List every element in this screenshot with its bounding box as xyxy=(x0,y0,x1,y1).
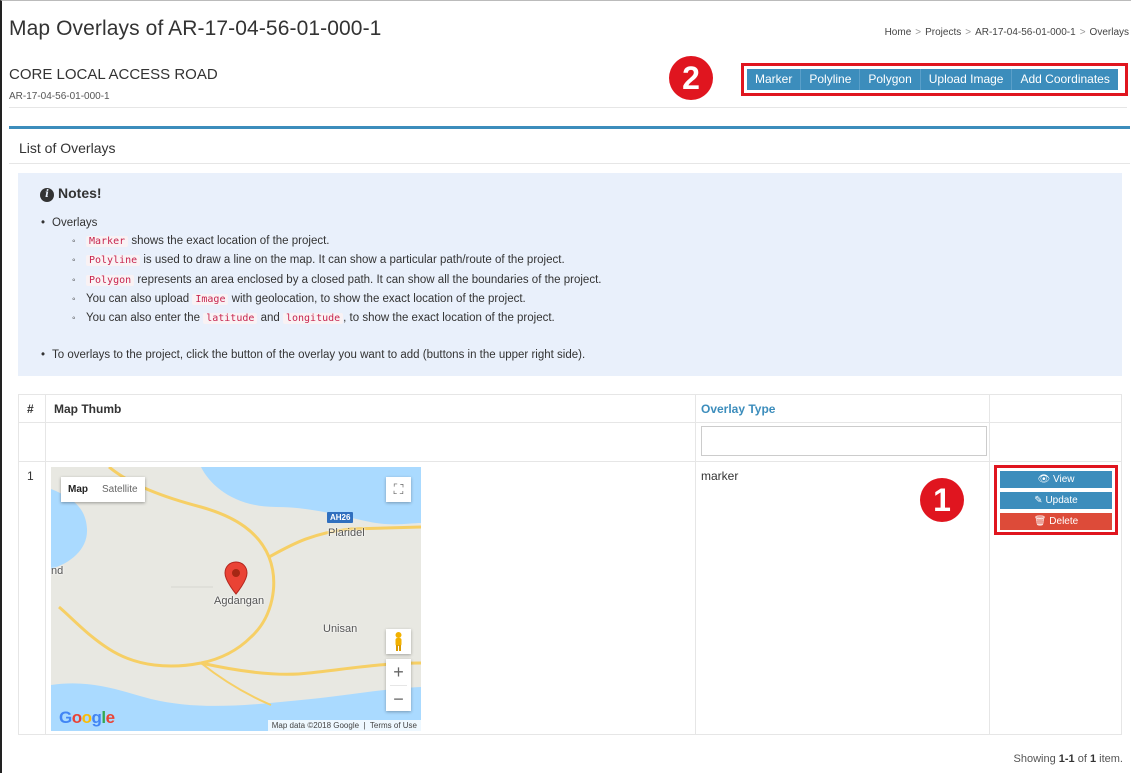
row-actions: 👁︎ View ✎ Update 🗑︎ Delete xyxy=(994,465,1118,535)
zoom-in-icon[interactable]: + xyxy=(386,659,411,685)
notes-list: Overlays Marker shows the exact location… xyxy=(40,214,601,364)
breadcrumb-home[interactable]: Home xyxy=(885,27,912,38)
header-divider xyxy=(9,107,1127,108)
overlays-table: # Map Thumb Overlay Type 1 marker Plarid… xyxy=(18,394,1122,735)
note-upload-image: You can also upload Image with geolocati… xyxy=(40,290,601,309)
box-divider xyxy=(9,163,1130,164)
map-label-agdangan: Agdangan xyxy=(214,595,265,607)
note-coordinates: You can also enter the latitude and long… xyxy=(40,309,601,328)
marker-button[interactable]: Marker xyxy=(747,69,802,90)
breadcrumb-project[interactable]: AR-17-04-56-01-000-1 xyxy=(975,27,1076,38)
eye-icon: 👁︎ xyxy=(1037,474,1051,485)
breadcrumb-projects[interactable]: Projects xyxy=(925,27,961,38)
map-thumbnail[interactable]: Plaridel Agdangan Unisan nd AH26 Map Sat… xyxy=(51,467,421,731)
note-polyline: Polyline is used to draw a line on the m… xyxy=(40,251,601,270)
polyline-button[interactable]: Polyline xyxy=(801,69,861,90)
overlay-type-filter-input[interactable] xyxy=(701,426,987,456)
upload-image-button[interactable]: Upload Image xyxy=(920,69,1013,90)
map-type-satellite-button[interactable]: Satellite xyxy=(95,477,145,502)
map-pin-icon[interactable] xyxy=(224,561,248,595)
trash-icon: 🗑︎ xyxy=(1033,516,1047,527)
box-title: List of Overlays xyxy=(19,140,116,156)
info-icon: i xyxy=(40,188,54,202)
project-name: CORE LOCAL ACCESS ROAD xyxy=(9,66,218,83)
update-button[interactable]: ✎ Update xyxy=(1000,492,1112,509)
street-view-pegman-icon[interactable] xyxy=(386,629,411,654)
delete-button[interactable]: 🗑︎ Delete xyxy=(1000,513,1112,530)
map-label-plaridel: Plaridel xyxy=(328,527,365,539)
highway-shield: AH26 xyxy=(327,512,354,523)
edit-icon: ✎ xyxy=(1034,495,1043,506)
zoom-out-icon[interactable]: − xyxy=(386,686,411,712)
note-instruction: To overlays to the project, click the bu… xyxy=(40,346,601,364)
overlay-toolbar: Marker Polyline Polygon Upload Image Add… xyxy=(741,63,1128,96)
note-polygon: Polygon represents an area enclosed by a… xyxy=(40,271,601,290)
box-top-border xyxy=(9,126,1130,129)
map-type-control: Map Satellite xyxy=(61,477,145,502)
view-button[interactable]: 👁︎ View xyxy=(1000,471,1112,488)
col-header-map-thumb: Map Thumb xyxy=(54,402,122,416)
map-label-edge: nd xyxy=(51,565,64,577)
page-title: Map Overlays of AR-17-04-56-01-000-1 xyxy=(9,17,382,40)
row-number: 1 xyxy=(27,469,34,483)
callout-badge-2: 2 xyxy=(669,56,713,100)
col-header-num: # xyxy=(27,402,34,416)
row-overlay-type: marker xyxy=(701,469,739,483)
project-code: AR-17-04-56-01-000-1 xyxy=(9,91,110,102)
zoom-control: + − xyxy=(386,659,411,711)
fullscreen-icon[interactable]: ⛶ xyxy=(386,477,411,502)
polygon-button[interactable]: Polygon xyxy=(860,69,921,90)
map-type-map-button[interactable]: Map xyxy=(61,477,95,502)
breadcrumb: Home > Projects > AR-17-04-56-01-000-1 > Overl… xyxy=(884,27,1129,38)
note-marker: Marker shows the exact location of the p… xyxy=(40,232,601,251)
terms-of-use-link[interactable]: Terms of Use xyxy=(370,721,417,730)
notes-overlays-item: Overlays xyxy=(40,214,601,232)
notes-title: i Notes! xyxy=(40,185,102,202)
map-label-unisan: Unisan xyxy=(323,623,358,635)
notes-callout: iNotes! Overlays Marker shows the exact … xyxy=(18,173,1122,376)
breadcrumb-current: Overlays xyxy=(1089,27,1129,38)
col-header-overlay-type[interactable]: Overlay Type xyxy=(701,402,775,416)
map-attribution: Map data ©2018 Google | Terms of Use xyxy=(267,720,421,731)
pagination-summary: Showing 1-1 of 1 item. xyxy=(1013,753,1124,765)
add-coordinates-button[interactable]: Add Coordinates xyxy=(1012,69,1118,90)
google-logo: Google xyxy=(59,708,115,727)
callout-badge-1: 1 xyxy=(920,478,964,522)
